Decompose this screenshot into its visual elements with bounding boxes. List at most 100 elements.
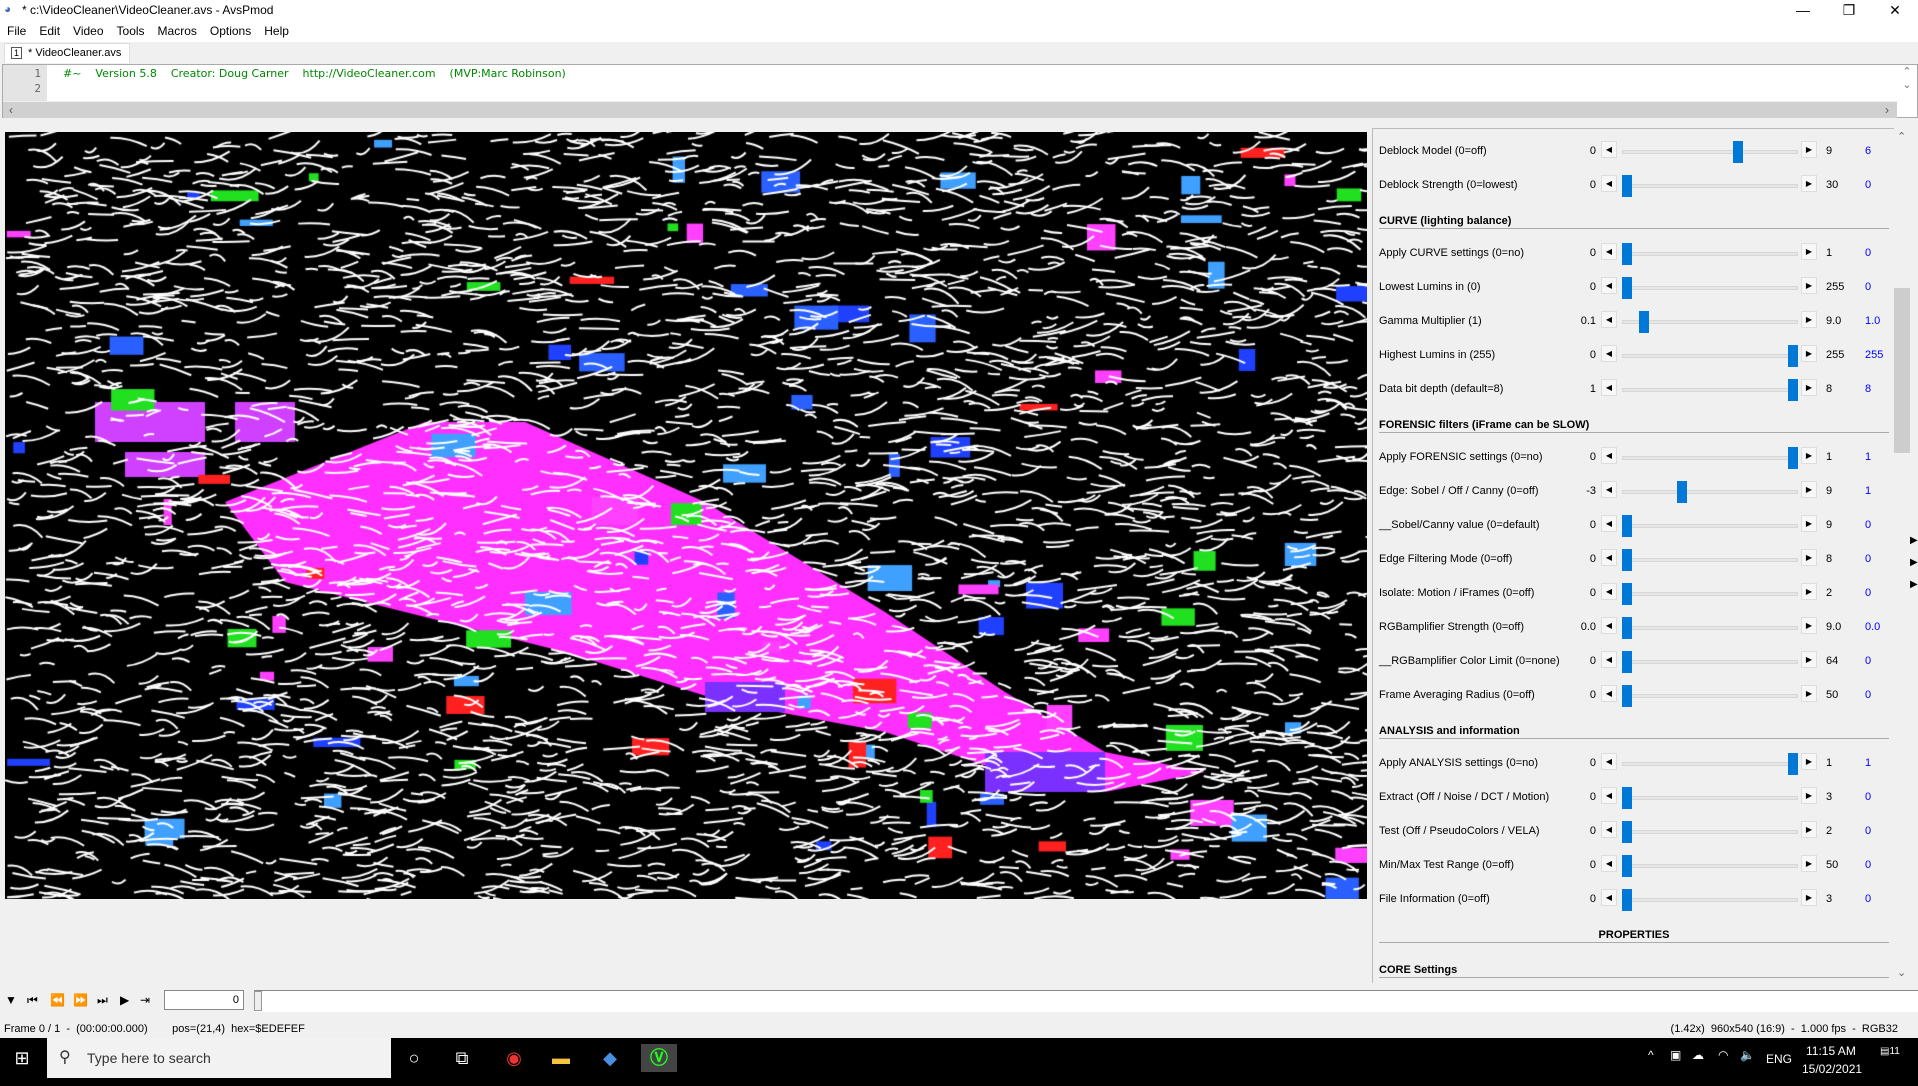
slider-decrement-icon[interactable]: ◀ <box>1601 685 1617 702</box>
menu-tools[interactable]: Tools <box>110 20 151 38</box>
arrow-right-icon[interactable]: ▶ <box>1910 530 1918 552</box>
slider-thumb[interactable] <box>1622 277 1632 299</box>
script-editor[interactable]: 12 #~ Version 5.8 Creator: Doug Carner h… <box>2 64 1918 118</box>
language-indicator[interactable]: ENG <box>1766 1052 1792 1066</box>
slider-track[interactable] <box>1622 354 1798 358</box>
panel-scroll-thumb[interactable] <box>1894 288 1910 453</box>
slider-thumb[interactable] <box>1622 515 1632 537</box>
minimize-button[interactable]: — <box>1780 0 1826 20</box>
slider-track[interactable] <box>1622 830 1798 834</box>
slider-increment-icon[interactable]: ▶ <box>1801 651 1817 668</box>
slider-decrement-icon[interactable]: ◀ <box>1601 345 1617 362</box>
slider-decrement-icon[interactable]: ◀ <box>1601 447 1617 464</box>
slider-increment-icon[interactable]: ▶ <box>1801 549 1817 566</box>
cortana-icon[interactable]: ○ <box>396 1044 432 1072</box>
slider-thumb[interactable] <box>1622 787 1632 809</box>
clock-time[interactable]: 11:15 AM <box>1806 1044 1856 1058</box>
slider-track[interactable] <box>1622 524 1798 528</box>
slider-track[interactable] <box>1622 184 1798 188</box>
slider-value[interactable]: 0 <box>1865 179 1871 191</box>
scroll-down-icon[interactable]: ⌄ <box>1897 78 1917 91</box>
menu-help[interactable]: Help <box>257 20 295 38</box>
slider-decrement-icon[interactable]: ◀ <box>1601 617 1617 634</box>
slider-thumb[interactable] <box>1622 583 1632 605</box>
slider-increment-icon[interactable]: ▶ <box>1801 345 1817 362</box>
slider-thumb[interactable] <box>1788 345 1798 367</box>
clock-date[interactable]: 15/02/2021 <box>1802 1062 1862 1076</box>
scroll-right-icon[interactable]: › <box>1885 103 1889 117</box>
onedrive-icon[interactable]: ☁ <box>1692 1048 1704 1062</box>
slider-thumb[interactable] <box>1622 549 1632 571</box>
slider-track[interactable] <box>1622 626 1798 630</box>
slider-decrement-icon[interactable]: ◀ <box>1601 549 1617 566</box>
slider-track[interactable] <box>1622 694 1798 698</box>
slider-thumb[interactable] <box>1622 889 1632 911</box>
slider-increment-icon[interactable]: ▶ <box>1801 821 1817 838</box>
slider-increment-icon[interactable]: ▶ <box>1801 277 1817 294</box>
slider-track[interactable] <box>1622 558 1798 562</box>
slider-value[interactable]: 1 <box>1865 451 1871 463</box>
editor-vertical-scrollbar[interactable]: ⌃ ⌄ <box>1897 65 1917 117</box>
videocleaner-icon[interactable]: Ⓥ <box>641 1044 677 1072</box>
slider-decrement-icon[interactable]: ◀ <box>1601 277 1617 294</box>
panel-scrollbar[interactable]: ⌃ ⌄ <box>1894 128 1910 983</box>
arrow-right-icon[interactable]: ▶ <box>1910 552 1918 574</box>
scroll-left-icon[interactable]: ‹ <box>9 103 13 117</box>
slider-decrement-icon[interactable]: ◀ <box>1601 889 1617 906</box>
last-frame-icon[interactable]: ⏭ <box>97 993 108 1008</box>
toggle-panel-icon[interactable]: ▼ <box>5 993 17 1007</box>
slider-increment-icon[interactable]: ▶ <box>1801 787 1817 804</box>
slider-thumb[interactable] <box>1622 651 1632 673</box>
slider-value[interactable]: 0 <box>1865 859 1871 871</box>
next-frame-icon[interactable]: ⏩ <box>73 993 88 1007</box>
scroll-up-icon[interactable]: ⌃ <box>1897 65 1917 78</box>
menu-edit[interactable]: Edit <box>32 20 66 38</box>
slider-thumb[interactable] <box>1622 243 1632 265</box>
slider-decrement-icon[interactable]: ◀ <box>1601 175 1617 192</box>
thunderbird-icon[interactable]: ◆ <box>592 1044 628 1072</box>
wifi-icon[interactable]: ◠ <box>1718 1048 1728 1062</box>
task-view-icon[interactable]: ⧉ <box>444 1044 480 1072</box>
slider-increment-icon[interactable]: ▶ <box>1801 515 1817 532</box>
slider-thumb[interactable] <box>1622 821 1632 843</box>
meet-now-icon[interactable]: ▣ <box>1670 1048 1681 1062</box>
slider-increment-icon[interactable]: ▶ <box>1801 685 1817 702</box>
slider-value[interactable]: 1 <box>1865 485 1871 497</box>
slider-increment-icon[interactable]: ▶ <box>1801 243 1817 260</box>
slider-value[interactable]: 0 <box>1865 553 1871 565</box>
slider-increment-icon[interactable]: ▶ <box>1801 855 1817 872</box>
slider-decrement-icon[interactable]: ◀ <box>1601 821 1617 838</box>
goto-frame-icon[interactable]: ⇥ <box>140 993 150 1007</box>
slider-increment-icon[interactable]: ▶ <box>1801 753 1817 770</box>
scroll-down-icon[interactable]: ⌄ <box>1897 966 1906 979</box>
slider-increment-icon[interactable]: ▶ <box>1801 175 1817 192</box>
slider-thumb[interactable] <box>1788 379 1798 401</box>
prev-frame-icon[interactable]: ⏪ <box>50 993 65 1007</box>
taskbar-search[interactable]: ⚲ Type here to search <box>47 1038 391 1078</box>
slider-track[interactable] <box>1622 898 1798 902</box>
tray-expand-icon[interactable]: ^ <box>1648 1048 1654 1062</box>
slider-value[interactable]: 1 <box>1865 757 1871 769</box>
slider-track[interactable] <box>1622 388 1798 392</box>
slider-value[interactable]: 255 <box>1865 349 1883 361</box>
slider-decrement-icon[interactable]: ◀ <box>1601 651 1617 668</box>
slider-thumb[interactable] <box>1732 141 1743 163</box>
slider-track[interactable] <box>1622 660 1798 664</box>
slider-value[interactable]: 1.0 <box>1865 315 1880 327</box>
slider-decrement-icon[interactable]: ◀ <box>1601 515 1617 532</box>
slider-increment-icon[interactable]: ▶ <box>1801 311 1817 328</box>
slider-value[interactable]: 0 <box>1865 587 1871 599</box>
notifications-icon[interactable]: ▤11 <box>1880 1046 1900 1057</box>
slider-value[interactable]: 6 <box>1865 145 1871 157</box>
slider-increment-icon[interactable]: ▶ <box>1801 617 1817 634</box>
volume-icon[interactable]: 🔈 <box>1740 1048 1755 1062</box>
slider-increment-icon[interactable]: ▶ <box>1801 379 1817 396</box>
video-preview[interactable] <box>5 132 1367 899</box>
slider-thumb[interactable] <box>1622 617 1632 639</box>
slider-decrement-icon[interactable]: ◀ <box>1601 379 1617 396</box>
play-icon[interactable]: ▶ <box>120 993 129 1007</box>
slider-increment-icon[interactable]: ▶ <box>1801 481 1817 498</box>
slider-value[interactable]: 0 <box>1865 689 1871 701</box>
slider-decrement-icon[interactable]: ◀ <box>1601 481 1617 498</box>
slider-track[interactable] <box>1622 150 1798 154</box>
